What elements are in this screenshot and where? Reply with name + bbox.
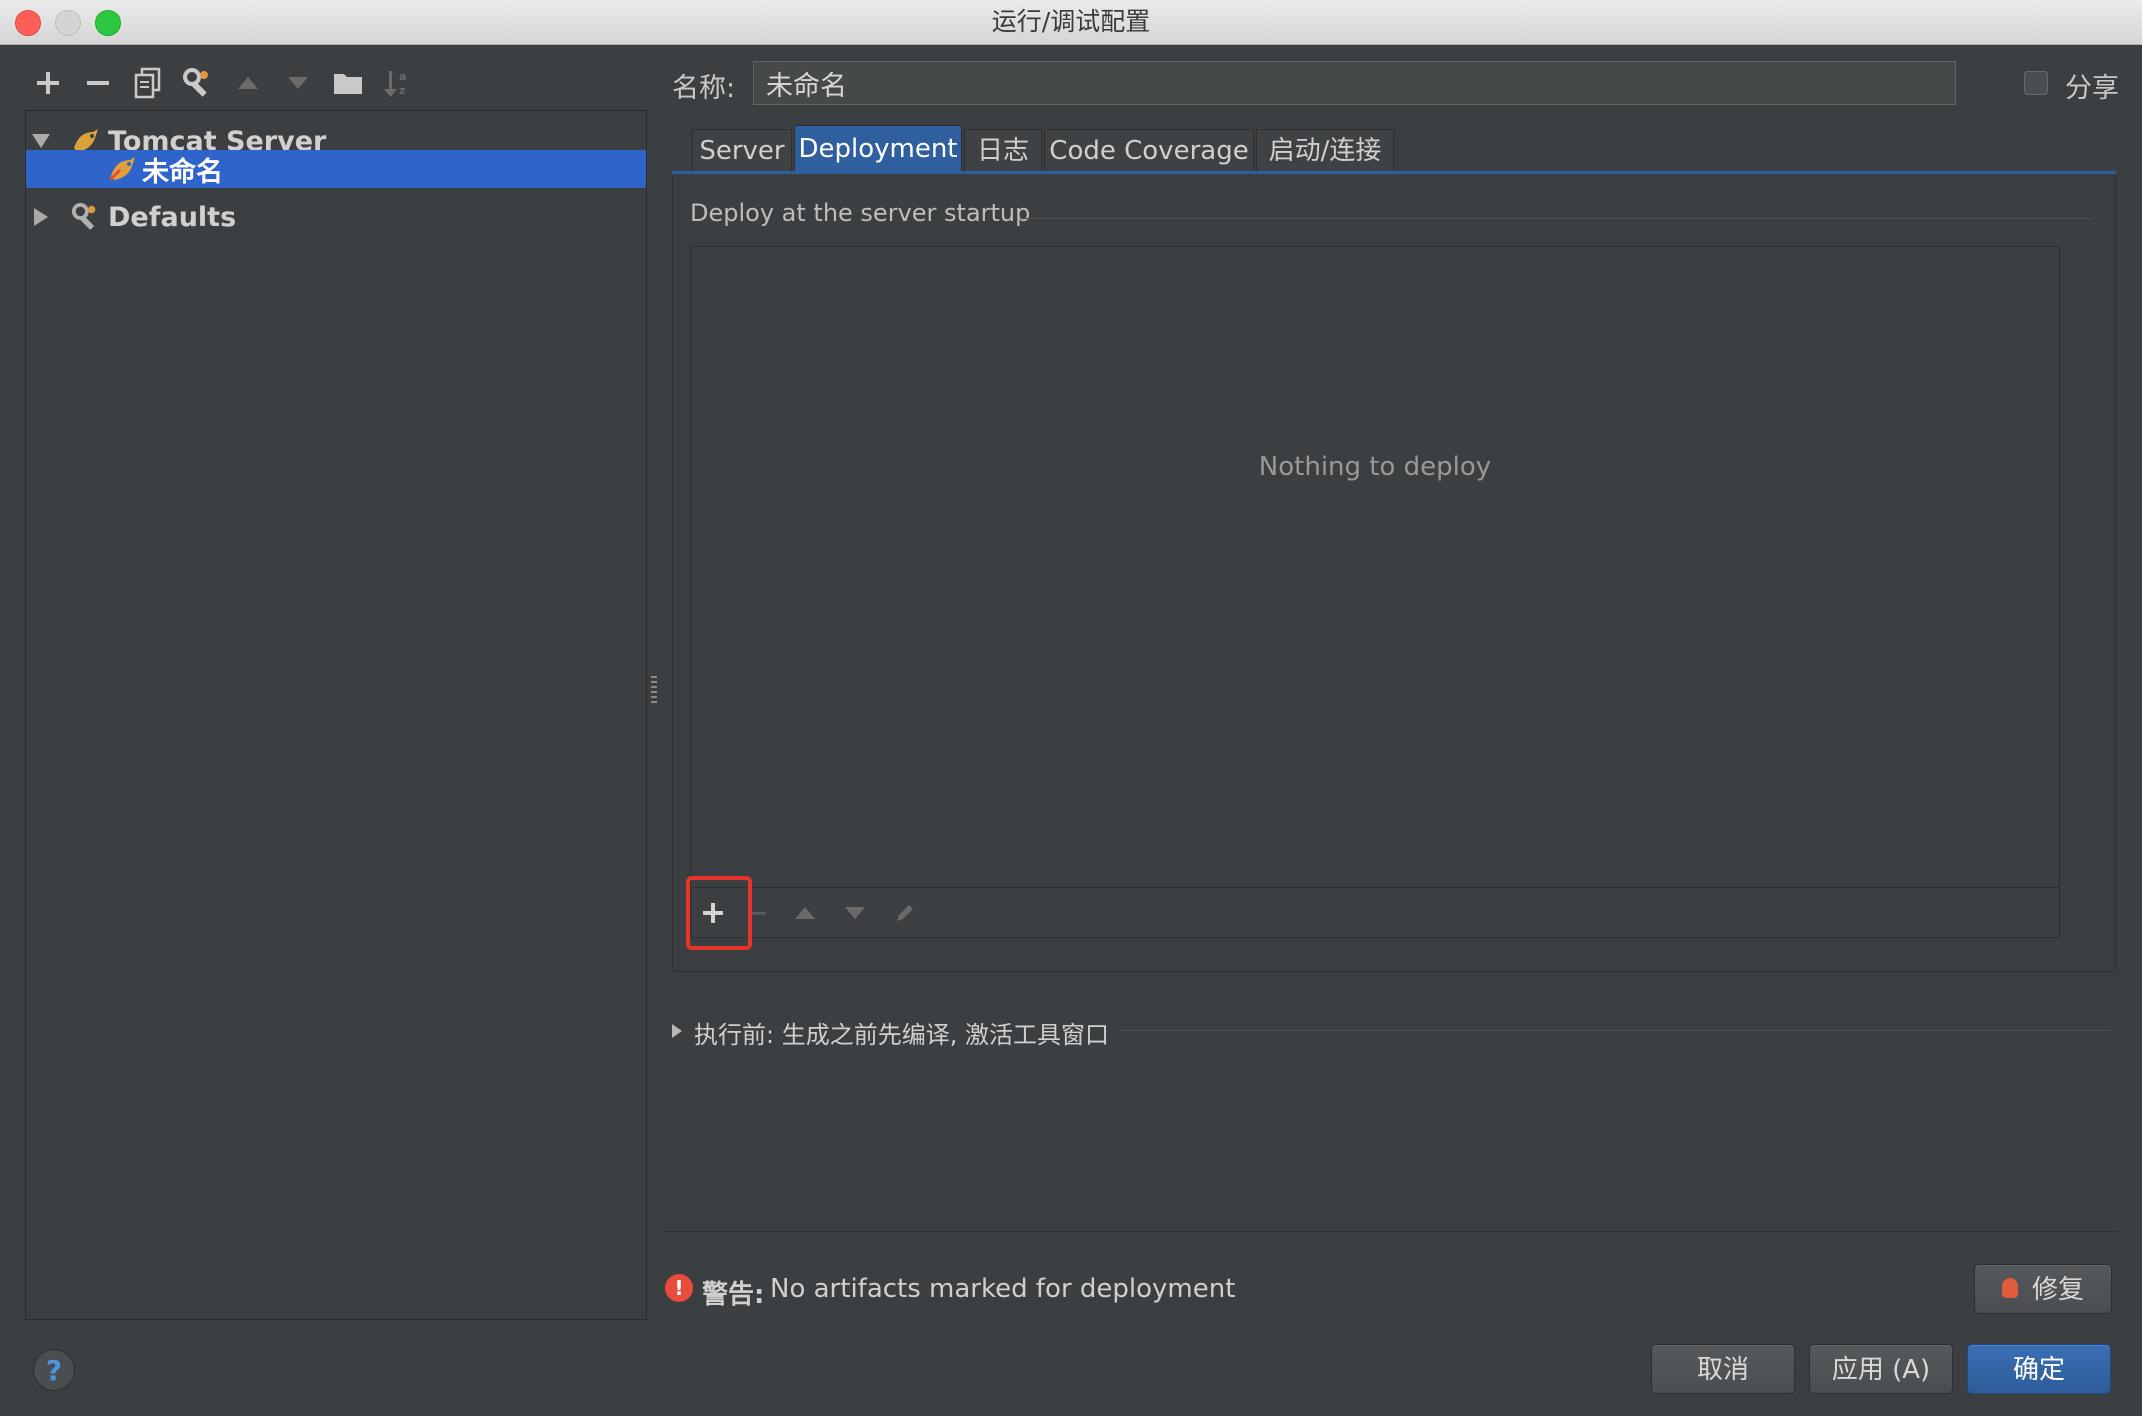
tab-server[interactable]: Server [692,129,792,171]
move-up-icon[interactable] [783,888,827,938]
move-down-icon[interactable] [833,888,877,938]
name-input[interactable] [753,61,1956,105]
title-bar: 运行/调试配置 [0,0,2142,45]
window-title: 运行/调试配置 [991,7,1151,36]
wrench-icon [71,202,101,232]
tree-item-label: 未命名 [142,156,223,188]
share-label: 分享 [2065,73,2119,104]
name-label: 名称: [672,73,736,104]
divider [1020,218,2092,219]
expand-arrow-icon[interactable] [34,208,48,226]
add-icon[interactable] [28,63,68,103]
empty-state-text: Nothing to deploy [1258,452,1492,482]
move-down-icon[interactable] [278,63,318,103]
before-launch-label[interactable]: 执行前: 生成之前先编译, 激活工具窗口 [694,1015,1109,1050]
folder-icon[interactable] [328,63,368,103]
expand-arrow-icon[interactable] [672,1024,682,1038]
divider [662,1231,2117,1232]
configuration-tree[interactable]: Tomcat Server 未命名 Defaults [25,110,647,1320]
cancel-button[interactable]: 取消 [1651,1344,1795,1394]
wrench-icon[interactable] [178,63,218,103]
help-icon[interactable]: ? [33,1349,75,1391]
svg-text:z: z [399,84,405,97]
fix-button-label: 修复 [2031,1275,2084,1305]
error-icon: ! [665,1274,693,1302]
deploy-list[interactable]: Nothing to deploy [690,246,2060,938]
divider [1120,1030,2110,1031]
edit-pencil-icon[interactable] [883,888,927,938]
add-button-highlight [686,876,752,950]
tab-deployment[interactable]: Deployment [794,125,962,171]
tab-code-coverage[interactable]: Code Coverage [1044,129,1254,171]
tree-item-label: Defaults [108,201,237,233]
section-title: Deploy at the server startup [690,199,1031,227]
apply-button[interactable]: 应用 (A) [1809,1344,1953,1394]
tree-item-unnamed[interactable]: 未命名 [26,150,646,188]
tab-logs[interactable]: 日志 [964,129,1042,171]
tab-startup-connection[interactable]: 启动/连接 [1256,129,1394,171]
deploy-list-toolbar [691,887,2059,938]
svg-text:a: a [399,70,406,83]
warning-text: No artifacts marked for deployment [770,1274,1236,1304]
ok-button[interactable]: 确定 [1967,1344,2111,1394]
tree-item-defaults[interactable]: Defaults [26,198,646,236]
copy-icon[interactable] [128,63,168,103]
fix-button[interactable]: 修复 [1974,1264,2112,1314]
lightbulb-icon [2001,1277,2018,1298]
warning-prefix: 警告: [702,1280,765,1310]
tomcat-icon [108,154,138,184]
expand-arrow-icon[interactable] [32,134,50,148]
share-checkbox[interactable] [2024,71,2048,95]
sort-icon[interactable]: az [378,63,418,103]
move-up-icon[interactable] [228,63,268,103]
panel-splitter[interactable] [651,676,657,706]
remove-icon[interactable] [78,63,118,103]
